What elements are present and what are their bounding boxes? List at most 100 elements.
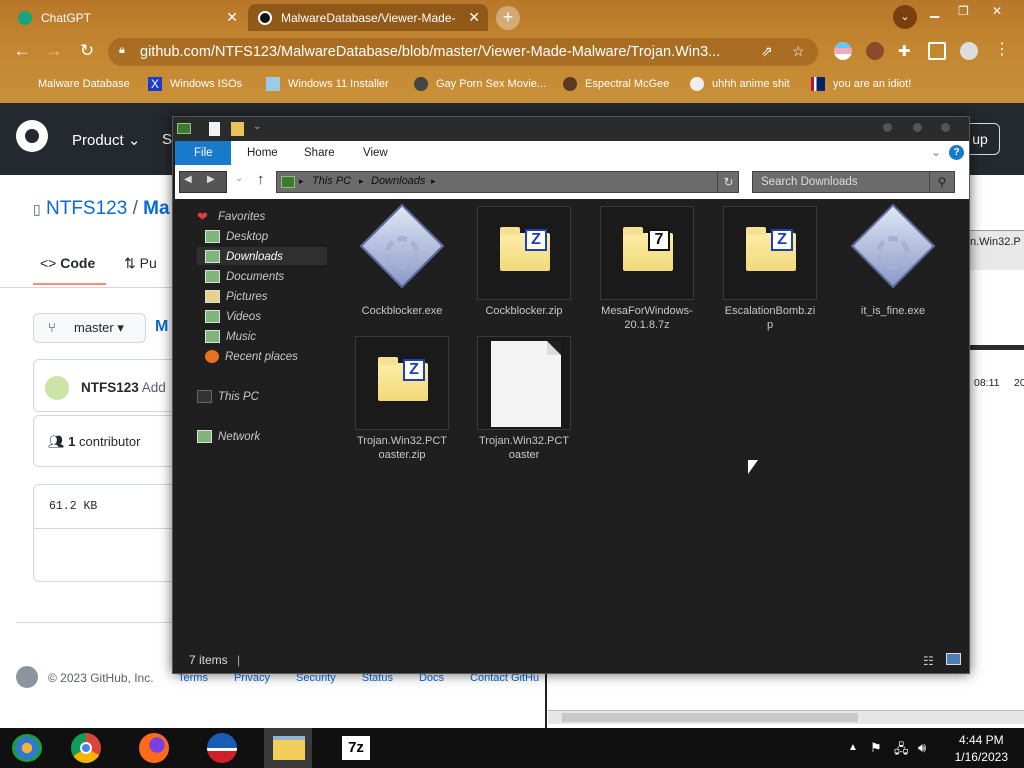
nav-solutions[interactable]: S [162, 131, 172, 148]
nav-videos[interactable]: Videos [205, 310, 261, 323]
bookmark-anime[interactable]: uhhh anime shit [690, 77, 790, 91]
quick-access-dropdown-icon[interactable]: ⌄ [253, 121, 261, 132]
address-bar[interactable]: 🔒︎ github.com/NTFS123/MalwareDatabase/bl… [108, 38, 818, 66]
nav-favorites[interactable]: ❤ Favorites [197, 210, 265, 223]
tab-chatgpt[interactable]: ChatGPT ✕ [8, 4, 246, 31]
help-icon[interactable]: ? [949, 145, 964, 160]
refresh-icon[interactable]: ↻ [717, 172, 739, 192]
bookmark-you-are-an-idiot[interactable]: you are an idiot! [811, 77, 911, 91]
active-tab-indicator [33, 283, 106, 285]
taskbar-app-obama[interactable] [198, 728, 246, 768]
commit-author[interactable]: NTFS123 [81, 380, 139, 395]
volume-icon[interactable]: 🔊︎ [918, 740, 926, 756]
extension-flag-icon[interactable] [834, 42, 852, 60]
nav-network[interactable]: Network [197, 430, 260, 443]
nav-downloads[interactable]: Downloads [205, 250, 283, 263]
repo-owner-link[interactable]: NTFS123 [46, 198, 127, 219]
file-item[interactable]: Cockblocker.exe [355, 203, 449, 318]
bookmark-espectral-mcgee[interactable]: Espectral McGee [563, 77, 669, 91]
nav-this-pc[interactable]: This PC [197, 390, 259, 403]
nav-desktop[interactable]: Desktop [205, 230, 268, 243]
tab-home[interactable]: Home [235, 141, 290, 165]
share-icon[interactable]: ⇗ [761, 43, 773, 60]
branch-selector[interactable]: ⑂ master ▾ [33, 313, 146, 343]
search-input[interactable]: Search Downloads ⚲ [752, 171, 955, 193]
clock[interactable]: 4:44 PM 1/16/2023 [955, 732, 1008, 766]
extensions-puzzle-icon[interactable]: ✚ [898, 42, 916, 60]
breadcrumb-this-pc[interactable]: This PC [312, 175, 351, 187]
avatar-icon [563, 77, 577, 91]
file-path[interactable]: M [155, 318, 168, 336]
back-icon[interactable]: ◀ [184, 174, 192, 185]
show-hidden-icons-icon[interactable]: ▲ [848, 742, 858, 753]
action-center-flag-icon[interactable]: ⚑ [870, 740, 882, 756]
tab-share[interactable]: Share [292, 141, 347, 165]
close-icon[interactable]: ✕ [226, 9, 238, 26]
network-icon [197, 430, 212, 443]
search-icon[interactable]: ⚲ [929, 172, 954, 192]
taskbar-chrome[interactable] [62, 728, 110, 768]
forward-icon[interactable]: → [43, 41, 65, 61]
up-arrow-icon[interactable]: ↑ [257, 171, 265, 188]
side-panel-icon[interactable] [928, 42, 946, 60]
repo-name-link[interactable]: Ma [143, 198, 169, 219]
contributors[interactable]: 👥︎ 1 contributor [48, 434, 140, 450]
tab-file[interactable]: File [175, 141, 231, 165]
new-tab-button[interactable]: + [496, 6, 520, 30]
profile-icon[interactable] [960, 42, 978, 60]
address-breadcrumb[interactable]: ▸ This PC ▸ Downloads ▸ ↻ [276, 171, 739, 193]
tab-code[interactable]: <> Code [40, 255, 95, 271]
file-item[interactable]: Z Cockblocker.zip [477, 206, 571, 318]
horizontal-scrollbar[interactable] [548, 710, 1024, 724]
tab-pull-requests[interactable]: ⇅ Pu [124, 255, 157, 272]
bookmark-windows-11-installer[interactable]: Windows 11 Installer [266, 77, 389, 91]
close-icon[interactable]: ✕ [468, 9, 480, 26]
start-button[interactable] [4, 728, 52, 768]
new-folder-icon[interactable] [231, 122, 244, 136]
large-icons-view-icon[interactable] [946, 653, 961, 665]
nav-product[interactable]: Product ⌄ [72, 131, 140, 149]
maximize-icon[interactable] [913, 123, 922, 132]
bookmark-malware-database[interactable]: Malware Database [14, 77, 130, 91]
taskbar-7zip[interactable]: 7z [332, 728, 380, 768]
taskbar-file-explorer[interactable] [264, 728, 312, 768]
minimize-icon[interactable] [883, 123, 892, 132]
lock-icon: 🔒︎ [119, 44, 125, 56]
reload-icon[interactable]: ↻ [76, 41, 98, 61]
bookmark-gay-porn-sex-movie[interactable]: Gay Porn Sex Movie... [414, 77, 546, 91]
forward-icon[interactable]: ▶ [207, 174, 215, 185]
taskbar-firefox[interactable] [130, 728, 178, 768]
nav-documents[interactable]: Documents [205, 270, 284, 283]
close-window-icon[interactable]: ✕ [992, 4, 1002, 18]
breadcrumb-downloads[interactable]: Downloads [371, 175, 425, 187]
github-logo-icon[interactable] [16, 120, 48, 152]
back-icon[interactable]: ← [11, 41, 33, 61]
bookmark-windows-isos[interactable]: X Windows ISOs [148, 77, 242, 91]
file-item[interactable]: it_is_fine.exe [846, 203, 940, 318]
nav-pictures[interactable]: Pictures [205, 290, 268, 303]
explorer-titlebar[interactable]: ⌄ [173, 117, 969, 141]
tab-github[interactable]: MalwareDatabase/Viewer-Made- ✕ [248, 4, 488, 31]
chevron-right-icon: ▸ [299, 176, 304, 186]
tab-view[interactable]: View [351, 141, 400, 165]
close-icon[interactable] [941, 123, 950, 132]
properties-icon[interactable] [209, 122, 220, 136]
monitor-icon [197, 390, 212, 403]
nav-recent-places[interactable]: Recent places [205, 350, 298, 363]
expand-ribbon-icon[interactable]: ⌄ [931, 145, 941, 159]
details-view-icon[interactable]: ☷ [923, 654, 934, 668]
menu-dots-icon[interactable]: ⋮ [994, 42, 1012, 60]
nav-music[interactable]: Music [205, 330, 256, 343]
tab-search-icon[interactable]: ⌄ [893, 5, 917, 29]
restore-icon[interactable]: ❐ [958, 4, 969, 18]
file-item[interactable]: Z Trojan.Win32.PCToaster.zip [355, 336, 449, 462]
file-item[interactable]: 7 MesaForWindows-20.1.8.7z [600, 206, 694, 332]
file-item[interactable]: Z EscalationBomb.zip [723, 206, 817, 332]
network-icon[interactable]: 🖧︎ [894, 740, 909, 762]
minimize-icon[interactable]: ▁ [930, 4, 939, 18]
scrollbar-thumb[interactable] [562, 713, 858, 722]
extension-avatar-icon[interactable] [866, 42, 884, 60]
file-item[interactable]: Trojan.Win32.PCToaster [477, 336, 571, 462]
recent-dropdown-icon[interactable]: ⌄ [235, 173, 243, 184]
bookmark-star-icon[interactable]: ☆ [792, 43, 805, 60]
